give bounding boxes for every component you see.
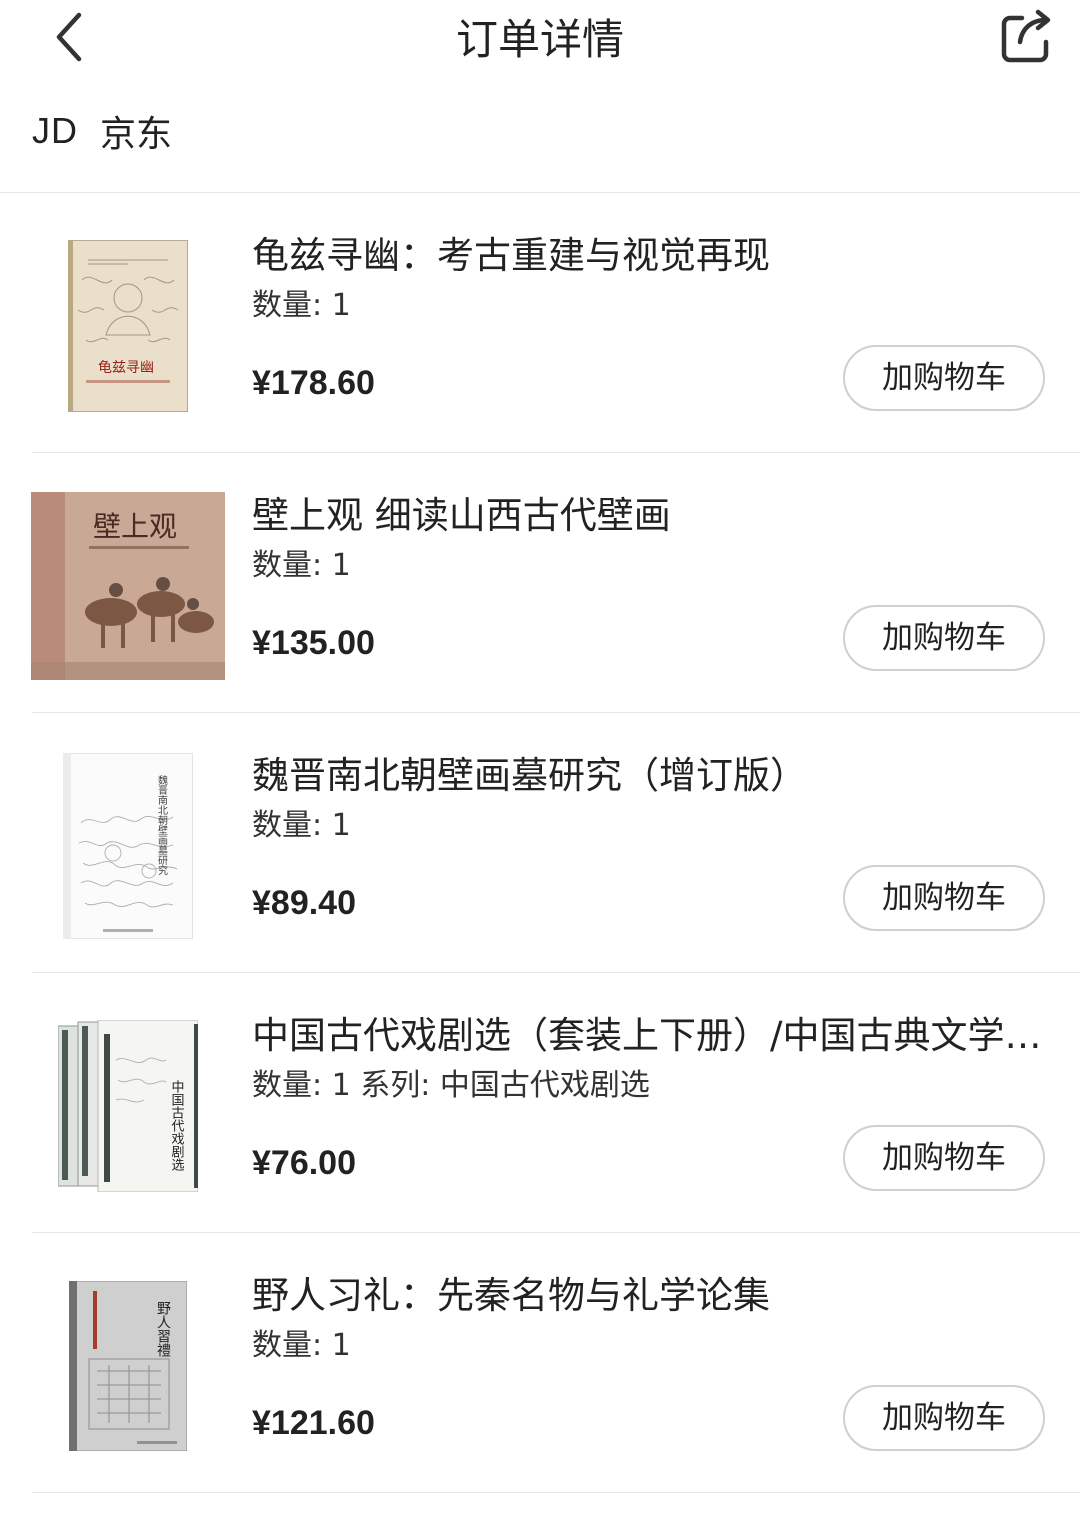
- add-to-cart-button[interactable]: 加购物车: [843, 1385, 1045, 1451]
- item-price: ¥178.60: [252, 364, 375, 402]
- book-cover-image: 魏晋南北朝壁画墓研究: [30, 753, 225, 939]
- share-button[interactable]: [994, 4, 1058, 68]
- order-item-list: 龟兹寻幽 龟兹寻幽：考古重建与视觉再现 数量: 1 ¥178.60 加购物车 壁…: [0, 193, 1080, 1493]
- store-header[interactable]: JD 京东: [0, 100, 1080, 162]
- page-title: 订单详情: [455, 15, 624, 64]
- book-cover-image: 壁上观: [30, 492, 225, 680]
- store-name: 京东: [100, 114, 173, 155]
- book-cover-text: 中国古代戏剧选: [168, 1080, 184, 1172]
- jd-logo: JD: [32, 110, 78, 151]
- add-to-cart-button[interactable]: 加购物车: [843, 345, 1045, 411]
- item-quantity: 数量: 1: [252, 1328, 351, 1363]
- book-cover-text: 魏晋南北朝壁画墓研究: [155, 774, 167, 875]
- order-item[interactable]: 龟兹寻幽 龟兹寻幽：考古重建与视觉再现 数量: 1 ¥178.60 加购物车: [0, 193, 1080, 453]
- item-quantity: 数量: 1 系列: 中国古代戏剧选: [252, 1068, 650, 1103]
- book-cover-image: 野人習禮: [30, 1273, 225, 1459]
- order-item[interactable]: 壁上观 壁上观 细读山西古代壁画 数量: 1 ¥135.00 加购物车: [0, 453, 1080, 713]
- divider: [32, 1492, 1080, 1493]
- item-title[interactable]: 魏晋南北朝壁画墓研究（增订版）: [252, 751, 1042, 801]
- book-cover-text: 野人習禮: [155, 1301, 171, 1358]
- order-item[interactable]: 中国古代戏剧选 中国古代戏剧选（套装上下册）/中国古典文学读本丛书 数量: 1 …: [0, 973, 1080, 1233]
- book-cover-text: 壁上观: [93, 510, 177, 543]
- item-title[interactable]: 野人习礼：先秦名物与礼学论集: [252, 1271, 1042, 1321]
- add-to-cart-button[interactable]: 加购物车: [843, 605, 1045, 671]
- book-cover-image: 中国古代戏剧选: [30, 1013, 225, 1199]
- item-quantity: 数量: 1: [252, 288, 351, 323]
- book-cover-image: 龟兹寻幽: [30, 233, 225, 419]
- item-title[interactable]: 龟兹寻幽：考古重建与视觉再现: [252, 231, 1042, 281]
- item-quantity: 数量: 1: [252, 808, 351, 843]
- item-price: ¥135.00: [252, 624, 375, 662]
- order-item[interactable]: 魏晋南北朝壁画墓研究 魏晋南北朝壁画墓研究（增订版） 数量: 1 ¥89.40 …: [0, 713, 1080, 973]
- order-item[interactable]: 野人習禮 野人习礼：先秦名物与礼学论集 数量: 1 ¥121.60 加购物车: [0, 1233, 1080, 1493]
- item-price: ¥76.00: [252, 1144, 356, 1182]
- add-to-cart-button[interactable]: 加购物车: [843, 1125, 1045, 1191]
- item-title[interactable]: 中国古代戏剧选（套装上下册）/中国古典文学读本丛书: [252, 1011, 1042, 1061]
- item-price: ¥121.60: [252, 1404, 375, 1442]
- chevron-left-icon: [56, 12, 82, 62]
- add-to-cart-button[interactable]: 加购物车: [843, 865, 1045, 931]
- item-title[interactable]: 壁上观 细读山西古代壁画: [252, 491, 1042, 541]
- book-cover-text: 龟兹寻幽: [98, 360, 154, 376]
- item-quantity: 数量: 1: [252, 548, 351, 583]
- nav-bar: 订单详情: [0, 0, 1080, 82]
- back-button[interactable]: [38, 6, 100, 68]
- item-price: ¥89.40: [252, 884, 356, 922]
- share-icon: [1001, 9, 1051, 63]
